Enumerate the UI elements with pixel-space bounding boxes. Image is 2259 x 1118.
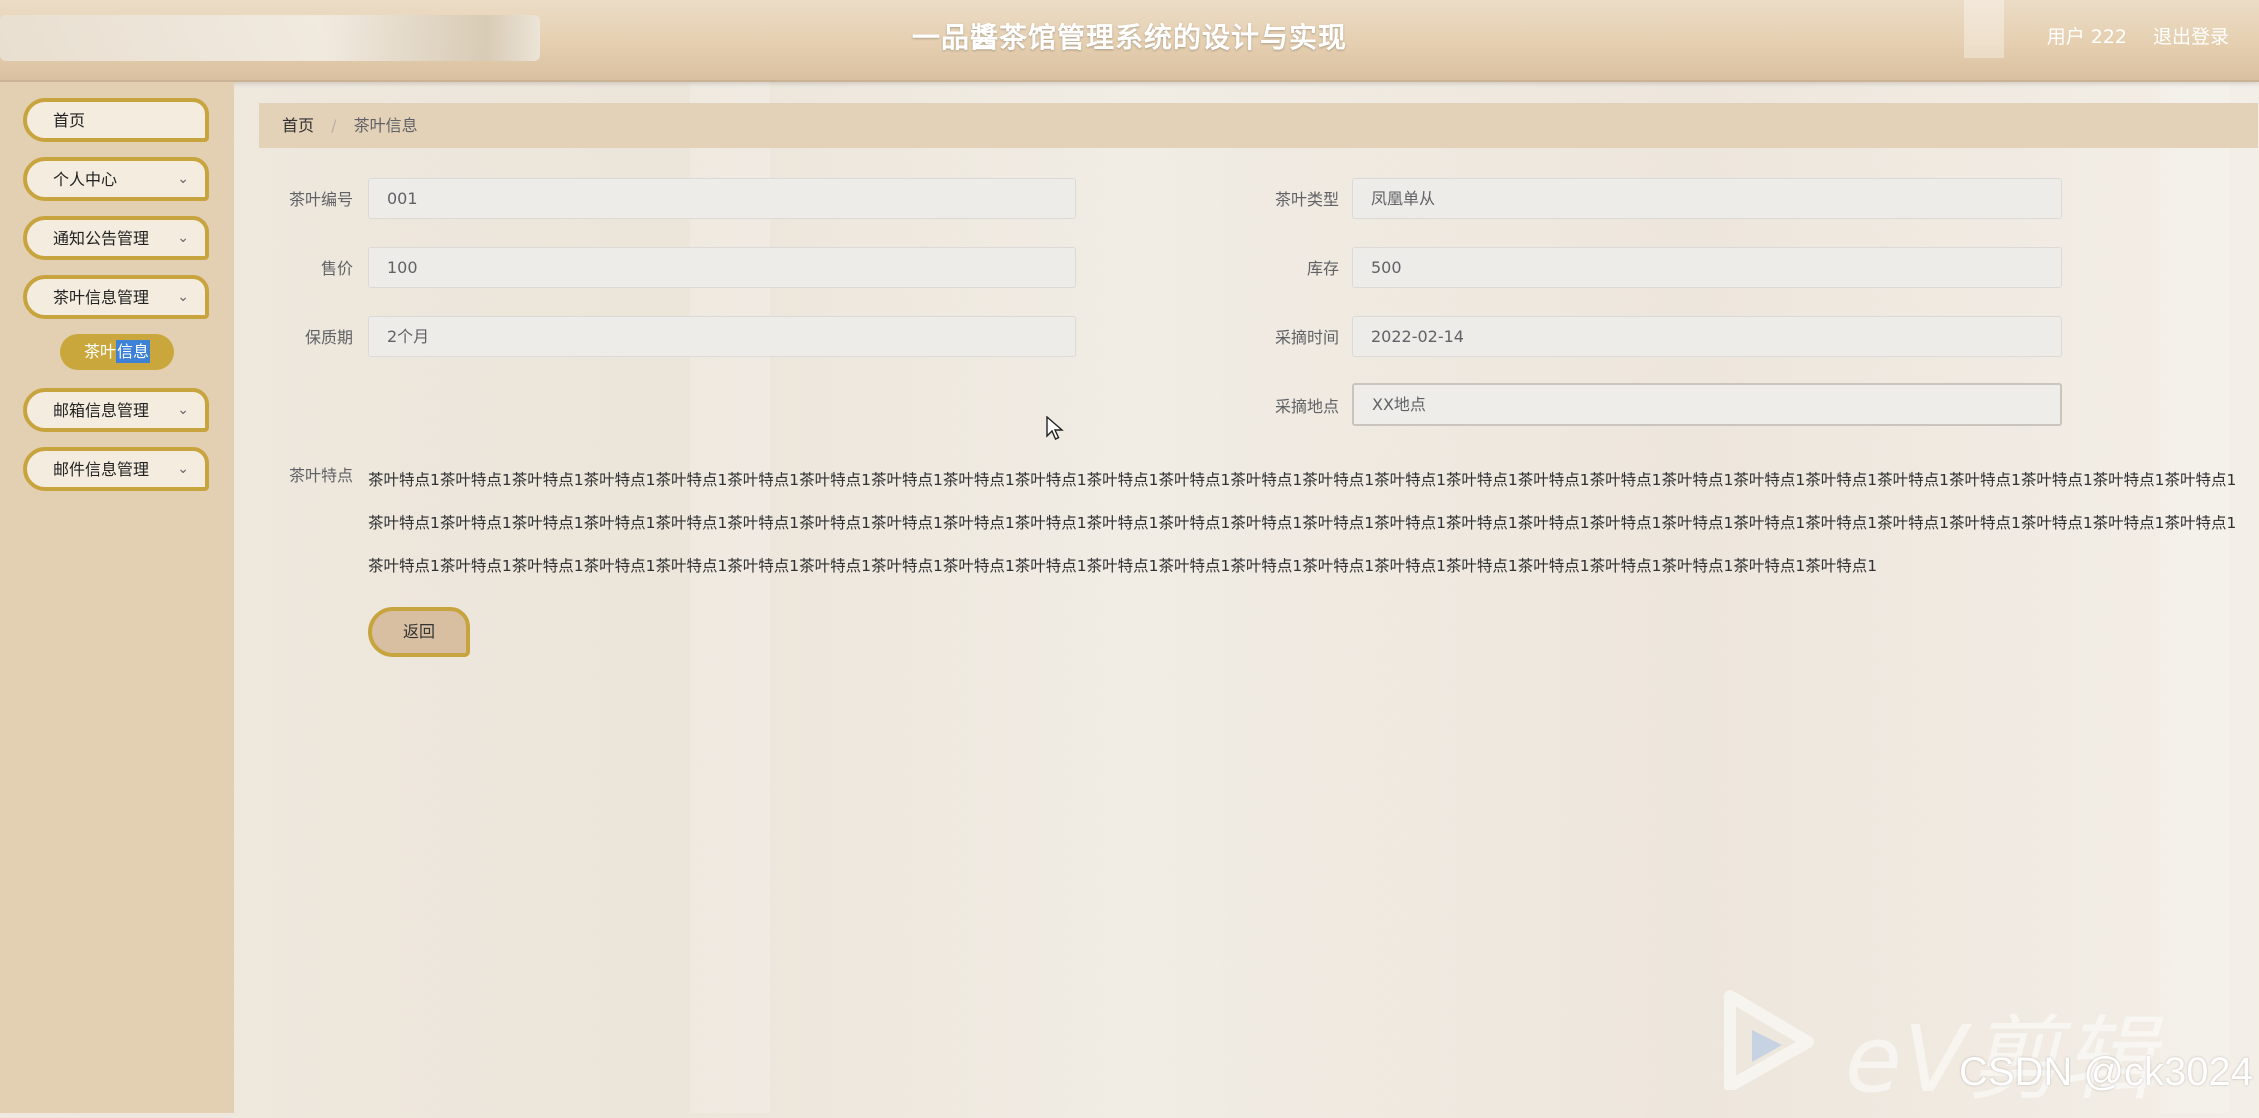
sidebar: 首页 个人中心 ⌄ 通知公告管理 ⌄ 茶叶信息管理 ⌄ 茶叶信息 邮箱信息管理 … [0,82,234,1113]
stock-label: 库存 [1306,259,1339,278]
tea-type-field[interactable]: 凤凰单从 [1352,178,2062,219]
back-button[interactable]: 返回 [368,607,470,657]
chevron-down-icon: ⌄ [177,171,189,187]
tea-no-field[interactable]: 001 [368,178,1076,219]
pick-time-field[interactable]: 2022-02-14 [1352,316,2062,357]
sidebar-item-label: 邮箱信息管理 [53,401,150,420]
background-band [2160,80,2230,1113]
pick-time-label: 采摘时间 [1274,328,1339,347]
subitem-label-part: 茶叶 [83,342,116,361]
pick-place-label: 采摘地点 [1274,397,1339,416]
sidebar-item-notice-management[interactable]: 通知公告管理 ⌄ [23,216,209,260]
mouse-cursor-icon [1046,416,1064,440]
stock-field[interactable]: 500 [1352,247,2062,288]
price-field[interactable]: 100 [368,247,1076,288]
pick-place-field[interactable]: XX地点 [1352,383,2062,426]
sidebar-item-mail-management[interactable]: 邮件信息管理 ⌄ [23,447,209,491]
price-label: 售价 [320,259,353,278]
sidebar-item-personal-center[interactable]: 个人中心 ⌄ [23,157,209,201]
shelf-life-field[interactable]: 2个月 [368,316,1076,357]
current-user: 用户 222 [2046,26,2127,48]
chevron-down-icon: ⌄ [177,461,189,477]
background-band [690,80,770,1113]
logout-link[interactable]: 退出登录 [2153,22,2229,49]
chevron-down-icon: ⌄ [177,402,189,418]
breadcrumb-current: 茶叶信息 [353,116,418,135]
top-header: 一品醬茶馆管理系统的设计与实现 用户 222 退出登录 [0,0,2259,82]
sidebar-item-label: 邮件信息管理 [53,460,150,479]
breadcrumb-separator: / [331,116,337,135]
play-logo-icon [1724,990,1814,1090]
chevron-down-icon: ⌄ [177,230,189,246]
sidebar-item-mailbox-management[interactable]: 邮箱信息管理 ⌄ [23,388,209,432]
app-title: 一品醬茶馆管理系统的设计与实现 [911,21,1347,54]
sidebar-subitem-tea-info[interactable]: 茶叶信息 [60,334,174,370]
features-label: 茶叶特点 [288,466,353,485]
features-text: 茶叶特点1茶叶特点1茶叶特点1茶叶特点1茶叶特点1茶叶特点1茶叶特点1茶叶特点1… [368,471,2237,575]
tea-no-label: 茶叶编号 [288,190,353,209]
watermark-csdn: CSDN @ck3024 [1958,1050,2253,1094]
sidebar-item-home[interactable]: 首页 [23,98,209,142]
shelf-life-label: 保质期 [304,328,353,347]
subitem-label-selected: 信息 [116,340,151,363]
sidebar-item-tea-management[interactable]: 茶叶信息管理 ⌄ [23,275,209,319]
breadcrumb-home[interactable]: 首页 [282,116,314,135]
tea-type-label: 茶叶类型 [1274,190,1339,209]
sidebar-item-label: 个人中心 [53,170,118,189]
sidebar-item-label: 通知公告管理 [53,229,150,248]
chevron-down-icon: ⌄ [177,289,189,305]
sidebar-item-label: 首页 [53,111,86,130]
breadcrumb: 首页 / 茶叶信息 [259,103,2258,148]
sidebar-item-label: 茶叶信息管理 [53,288,150,307]
